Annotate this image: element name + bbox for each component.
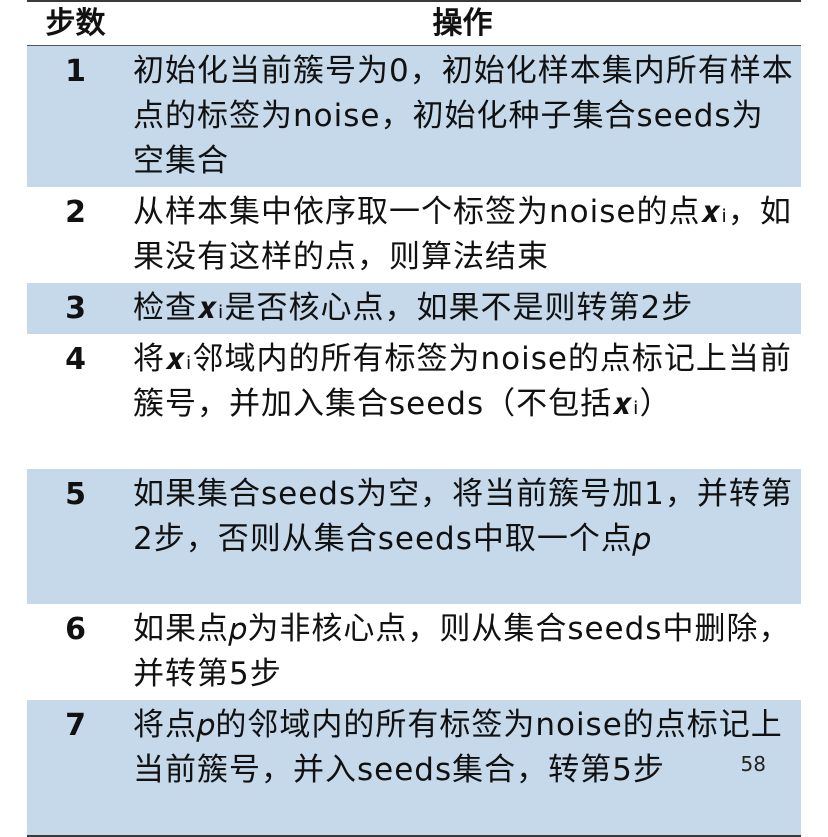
table-row: 1 初始化当前簇号为0，初始化样本集内所有样本点的标签为noise，初始化种子集… <box>27 45 801 187</box>
table-row: 7 将点𝑝的邻域内的所有标签为noise的点标记上当前簇号，并入seeds集合，… <box>27 700 801 836</box>
table-header-row: 步数 操作 <box>27 1 801 46</box>
step-number: 7 <box>27 700 124 836</box>
step-operation: 将𝒙ᵢ邻域内的所有标签为noise的点标记上当前簇号，并加入集合seeds（不包… <box>133 341 792 422</box>
step-number: 4 <box>65 342 86 377</box>
step-number: 2 <box>65 195 86 230</box>
step-number: 5 <box>27 469 124 604</box>
table-row: 2 从样本集中依序取一个标签为noise的点𝒙ᵢ，如果没有这样的点，则算法结束 <box>27 187 801 283</box>
header-operation: 操作 <box>124 1 801 46</box>
table-row: 3 检查𝒙ᵢ是否核心点，如果不是则转第2步 <box>27 283 801 334</box>
dbscan-steps-table: 步数 操作 1 初始化当前簇号为0，初始化样本集内所有样本点的标签为noise，… <box>27 0 801 837</box>
step-operation: 如果点𝑝为非核心点，则从集合seeds中删除，并转第5步 <box>133 611 791 692</box>
step-operation: 如果集合seeds为空，将当前簇号加1，并转第2步，否则从集合seeds中取一个… <box>124 469 801 604</box>
table-row: 4 将𝒙ᵢ邻域内的所有标签为noise的点标记上当前簇号，并加入集合seeds（… <box>27 334 801 469</box>
step-number: 6 <box>65 612 86 647</box>
step-operation: 初始化当前簇号为0，初始化样本集内所有样本点的标签为noise，初始化种子集合s… <box>124 45 801 187</box>
step-number: 3 <box>27 283 124 334</box>
step-operation: 检查𝒙ᵢ是否核心点，如果不是则转第2步 <box>124 283 801 334</box>
step-operation: 从样本集中依序取一个标签为noise的点𝒙ᵢ，如果没有这样的点，则算法结束 <box>133 194 792 275</box>
table-row: 5 如果集合seeds为空，将当前簇号加1，并转第2步，否则从集合seeds中取… <box>27 469 801 604</box>
header-step: 步数 <box>27 1 124 46</box>
page-number: 58 <box>740 752 766 776</box>
step-operation: 将点𝑝的邻域内的所有标签为noise的点标记上当前簇号，并入seeds集合，转第… <box>124 700 801 836</box>
table-row: 6 如果点𝑝为非核心点，则从集合seeds中删除，并转第5步 <box>27 604 801 700</box>
step-number: 1 <box>27 45 124 187</box>
